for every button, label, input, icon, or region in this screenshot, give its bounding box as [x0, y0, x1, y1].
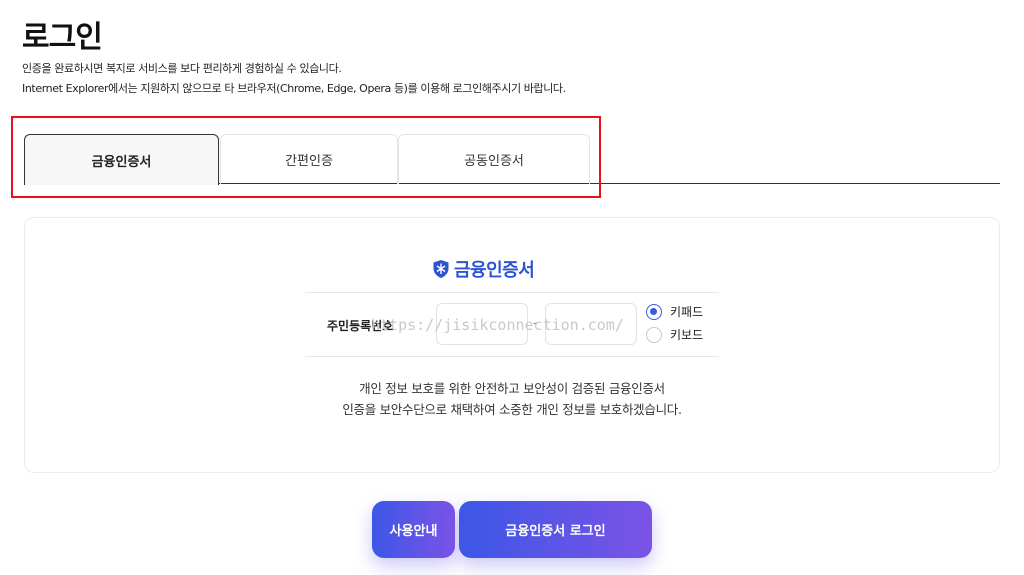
financial-cert-login-button[interactable]: 금융인증서 로그인	[459, 501, 652, 558]
radio-keyboard-indicator[interactable]	[646, 326, 662, 343]
info-text-line-1: 개인 정보 보호를 위한 안전하고 보안성이 검증된 금융인증서	[359, 381, 665, 396]
cert-heading: 금융인증서	[432, 256, 535, 282]
usage-guide-button[interactable]: 사용안내	[372, 501, 455, 558]
radio-keyboard[interactable]: 키보드	[646, 326, 703, 343]
rrn-separator: -	[533, 316, 538, 331]
form-top-divider	[305, 292, 719, 293]
info-text-line-2: 인증을 보안수단으로 채택하여 소중한 개인 정보를 보호하겠습니다.	[342, 402, 682, 417]
page-title: 로그인	[22, 20, 103, 55]
page-description-line-2: Internet Explorer에서는 지원하지 않으므로 타 브라우저(Ch…	[22, 82, 566, 95]
radio-keypad[interactable]: 키패드	[646, 303, 703, 320]
radio-keypad-label: 키패드	[670, 305, 704, 319]
cert-heading-label: 금융인증서	[454, 260, 535, 281]
shield-icon	[433, 260, 449, 278]
rrn-back-input[interactable]	[545, 303, 637, 345]
form-bottom-divider	[305, 356, 719, 357]
tabs-highlight-box	[11, 116, 601, 198]
page-description-line-1: 인증을 완료하시면 복지로 서비스를 보다 편리하게 경험하실 수 있습니다.	[22, 62, 342, 75]
rrn-front-input[interactable]	[436, 303, 528, 345]
radio-keypad-indicator[interactable]	[646, 303, 662, 320]
radio-keyboard-label: 키보드	[670, 328, 704, 342]
rrn-label: 주민등록번호	[327, 319, 394, 333]
